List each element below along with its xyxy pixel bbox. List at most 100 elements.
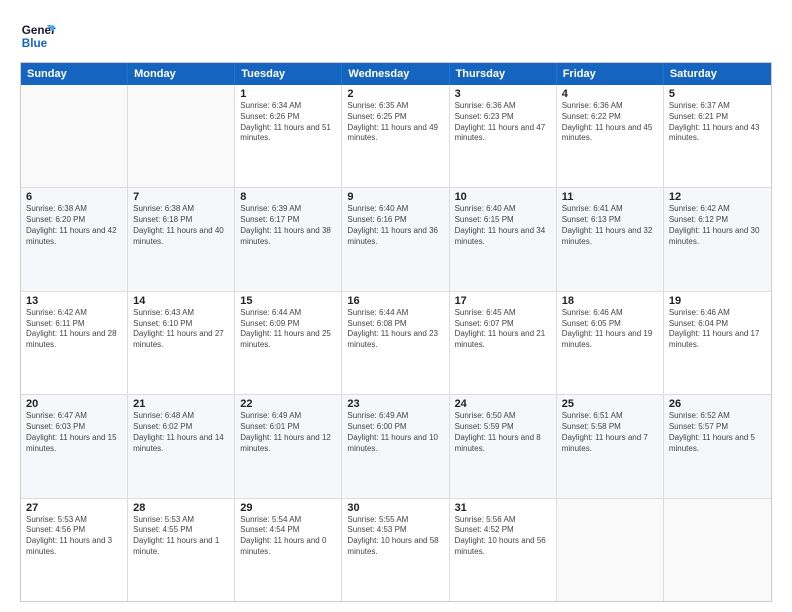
calendar-cell: 13Sunrise: 6:42 AM Sunset: 6:11 PM Dayli… bbox=[21, 292, 128, 394]
day-info: Sunrise: 6:42 AM Sunset: 6:12 PM Dayligh… bbox=[669, 204, 766, 247]
day-number: 23 bbox=[347, 398, 443, 410]
day-info: Sunrise: 5:54 AM Sunset: 4:54 PM Dayligh… bbox=[240, 515, 336, 558]
day-info: Sunrise: 6:36 AM Sunset: 6:22 PM Dayligh… bbox=[562, 101, 658, 144]
day-number: 21 bbox=[133, 398, 229, 410]
calendar-cell: 23Sunrise: 6:49 AM Sunset: 6:00 PM Dayli… bbox=[342, 395, 449, 497]
header-day-tuesday: Tuesday bbox=[235, 63, 342, 85]
day-info: Sunrise: 6:36 AM Sunset: 6:23 PM Dayligh… bbox=[455, 101, 551, 144]
calendar-cell: 3Sunrise: 6:36 AM Sunset: 6:23 PM Daylig… bbox=[450, 85, 557, 187]
day-number: 8 bbox=[240, 191, 336, 203]
day-info: Sunrise: 5:53 AM Sunset: 4:56 PM Dayligh… bbox=[26, 515, 122, 558]
svg-text:Blue: Blue bbox=[22, 37, 48, 50]
day-number: 29 bbox=[240, 502, 336, 514]
day-info: Sunrise: 6:48 AM Sunset: 6:02 PM Dayligh… bbox=[133, 411, 229, 454]
header-day-friday: Friday bbox=[557, 63, 664, 85]
calendar-body: 1Sunrise: 6:34 AM Sunset: 6:26 PM Daylig… bbox=[21, 85, 771, 601]
day-info: Sunrise: 6:45 AM Sunset: 6:07 PM Dayligh… bbox=[455, 308, 551, 351]
calendar-row-3: 13Sunrise: 6:42 AM Sunset: 6:11 PM Dayli… bbox=[21, 292, 771, 395]
day-info: Sunrise: 6:38 AM Sunset: 6:18 PM Dayligh… bbox=[133, 204, 229, 247]
calendar-cell: 18Sunrise: 6:46 AM Sunset: 6:05 PM Dayli… bbox=[557, 292, 664, 394]
day-info: Sunrise: 6:43 AM Sunset: 6:10 PM Dayligh… bbox=[133, 308, 229, 351]
day-info: Sunrise: 6:44 AM Sunset: 6:08 PM Dayligh… bbox=[347, 308, 443, 351]
calendar-cell: 30Sunrise: 5:55 AM Sunset: 4:53 PM Dayli… bbox=[342, 499, 449, 601]
header-day-monday: Monday bbox=[128, 63, 235, 85]
day-number: 28 bbox=[133, 502, 229, 514]
calendar-cell bbox=[21, 85, 128, 187]
calendar-cell bbox=[128, 85, 235, 187]
calendar-cell: 15Sunrise: 6:44 AM Sunset: 6:09 PM Dayli… bbox=[235, 292, 342, 394]
day-info: Sunrise: 6:41 AM Sunset: 6:13 PM Dayligh… bbox=[562, 204, 658, 247]
calendar-cell: 8Sunrise: 6:39 AM Sunset: 6:17 PM Daylig… bbox=[235, 188, 342, 290]
calendar-cell: 16Sunrise: 6:44 AM Sunset: 6:08 PM Dayli… bbox=[342, 292, 449, 394]
calendar-cell: 27Sunrise: 5:53 AM Sunset: 4:56 PM Dayli… bbox=[21, 499, 128, 601]
day-number: 10 bbox=[455, 191, 551, 203]
calendar-cell bbox=[557, 499, 664, 601]
calendar-cell: 6Sunrise: 6:38 AM Sunset: 6:20 PM Daylig… bbox=[21, 188, 128, 290]
calendar-header: SundayMondayTuesdayWednesdayThursdayFrid… bbox=[21, 63, 771, 85]
header-day-sunday: Sunday bbox=[21, 63, 128, 85]
day-number: 2 bbox=[347, 88, 443, 100]
day-number: 11 bbox=[562, 191, 658, 203]
day-info: Sunrise: 6:40 AM Sunset: 6:15 PM Dayligh… bbox=[455, 204, 551, 247]
day-info: Sunrise: 6:44 AM Sunset: 6:09 PM Dayligh… bbox=[240, 308, 336, 351]
calendar-cell: 2Sunrise: 6:35 AM Sunset: 6:25 PM Daylig… bbox=[342, 85, 449, 187]
day-number: 7 bbox=[133, 191, 229, 203]
day-number: 20 bbox=[26, 398, 122, 410]
logo: General Blue bbox=[20, 18, 56, 54]
day-number: 19 bbox=[669, 295, 766, 307]
day-number: 4 bbox=[562, 88, 658, 100]
header-day-saturday: Saturday bbox=[664, 63, 771, 85]
calendar: SundayMondayTuesdayWednesdayThursdayFrid… bbox=[20, 62, 772, 602]
calendar-row-2: 6Sunrise: 6:38 AM Sunset: 6:20 PM Daylig… bbox=[21, 188, 771, 291]
calendar-cell: 21Sunrise: 6:48 AM Sunset: 6:02 PM Dayli… bbox=[128, 395, 235, 497]
day-number: 5 bbox=[669, 88, 766, 100]
day-number: 25 bbox=[562, 398, 658, 410]
calendar-cell bbox=[664, 499, 771, 601]
calendar-row-4: 20Sunrise: 6:47 AM Sunset: 6:03 PM Dayli… bbox=[21, 395, 771, 498]
calendar-cell: 7Sunrise: 6:38 AM Sunset: 6:18 PM Daylig… bbox=[128, 188, 235, 290]
day-info: Sunrise: 6:34 AM Sunset: 6:26 PM Dayligh… bbox=[240, 101, 336, 144]
calendar-cell: 20Sunrise: 6:47 AM Sunset: 6:03 PM Dayli… bbox=[21, 395, 128, 497]
day-number: 13 bbox=[26, 295, 122, 307]
calendar-cell: 12Sunrise: 6:42 AM Sunset: 6:12 PM Dayli… bbox=[664, 188, 771, 290]
day-info: Sunrise: 6:52 AM Sunset: 5:57 PM Dayligh… bbox=[669, 411, 766, 454]
day-info: Sunrise: 5:53 AM Sunset: 4:55 PM Dayligh… bbox=[133, 515, 229, 558]
day-info: Sunrise: 6:50 AM Sunset: 5:59 PM Dayligh… bbox=[455, 411, 551, 454]
day-info: Sunrise: 6:49 AM Sunset: 6:01 PM Dayligh… bbox=[240, 411, 336, 454]
day-info: Sunrise: 6:49 AM Sunset: 6:00 PM Dayligh… bbox=[347, 411, 443, 454]
calendar-cell: 31Sunrise: 5:56 AM Sunset: 4:52 PM Dayli… bbox=[450, 499, 557, 601]
calendar-row-5: 27Sunrise: 5:53 AM Sunset: 4:56 PM Dayli… bbox=[21, 499, 771, 601]
day-info: Sunrise: 6:38 AM Sunset: 6:20 PM Dayligh… bbox=[26, 204, 122, 247]
calendar-cell: 24Sunrise: 6:50 AM Sunset: 5:59 PM Dayli… bbox=[450, 395, 557, 497]
day-info: Sunrise: 5:56 AM Sunset: 4:52 PM Dayligh… bbox=[455, 515, 551, 558]
day-info: Sunrise: 6:46 AM Sunset: 6:05 PM Dayligh… bbox=[562, 308, 658, 351]
day-info: Sunrise: 6:47 AM Sunset: 6:03 PM Dayligh… bbox=[26, 411, 122, 454]
day-info: Sunrise: 6:40 AM Sunset: 6:16 PM Dayligh… bbox=[347, 204, 443, 247]
calendar-cell: 28Sunrise: 5:53 AM Sunset: 4:55 PM Dayli… bbox=[128, 499, 235, 601]
calendar-cell: 25Sunrise: 6:51 AM Sunset: 5:58 PM Dayli… bbox=[557, 395, 664, 497]
day-number: 22 bbox=[240, 398, 336, 410]
header: General Blue bbox=[20, 18, 772, 54]
day-info: Sunrise: 5:55 AM Sunset: 4:53 PM Dayligh… bbox=[347, 515, 443, 558]
day-info: Sunrise: 6:51 AM Sunset: 5:58 PM Dayligh… bbox=[562, 411, 658, 454]
day-number: 30 bbox=[347, 502, 443, 514]
day-number: 14 bbox=[133, 295, 229, 307]
calendar-cell: 22Sunrise: 6:49 AM Sunset: 6:01 PM Dayli… bbox=[235, 395, 342, 497]
calendar-cell: 26Sunrise: 6:52 AM Sunset: 5:57 PM Dayli… bbox=[664, 395, 771, 497]
calendar-cell: 14Sunrise: 6:43 AM Sunset: 6:10 PM Dayli… bbox=[128, 292, 235, 394]
calendar-cell: 9Sunrise: 6:40 AM Sunset: 6:16 PM Daylig… bbox=[342, 188, 449, 290]
day-number: 16 bbox=[347, 295, 443, 307]
calendar-row-1: 1Sunrise: 6:34 AM Sunset: 6:26 PM Daylig… bbox=[21, 85, 771, 188]
day-number: 12 bbox=[669, 191, 766, 203]
day-number: 26 bbox=[669, 398, 766, 410]
day-number: 17 bbox=[455, 295, 551, 307]
page: General Blue SundayMondayTuesdayWednesda… bbox=[0, 0, 792, 612]
day-number: 31 bbox=[455, 502, 551, 514]
day-number: 1 bbox=[240, 88, 336, 100]
calendar-cell: 11Sunrise: 6:41 AM Sunset: 6:13 PM Dayli… bbox=[557, 188, 664, 290]
calendar-cell: 17Sunrise: 6:45 AM Sunset: 6:07 PM Dayli… bbox=[450, 292, 557, 394]
header-day-wednesday: Wednesday bbox=[342, 63, 449, 85]
day-number: 3 bbox=[455, 88, 551, 100]
calendar-cell: 19Sunrise: 6:46 AM Sunset: 6:04 PM Dayli… bbox=[664, 292, 771, 394]
day-number: 18 bbox=[562, 295, 658, 307]
